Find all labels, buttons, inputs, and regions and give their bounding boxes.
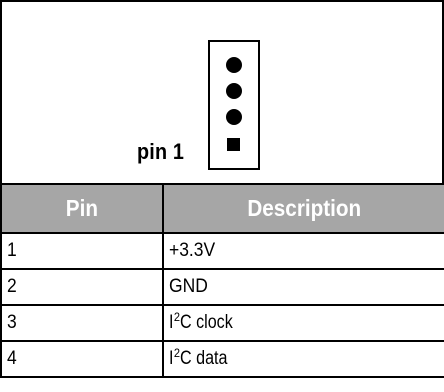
description-cell: GND <box>162 268 444 306</box>
pinout-figure: pin 1 Pin Description 1 +3.3V 2 GND 3 I2… <box>0 0 444 392</box>
round-pin-icon <box>226 83 242 99</box>
pin-number-cell: 1 <box>0 232 164 270</box>
pin-number-cell: 2 <box>0 268 164 306</box>
description-cell: I2C data <box>162 340 444 378</box>
pin-number-cell: 3 <box>0 304 164 342</box>
description-cell: I2C clock <box>162 304 444 342</box>
connector-diagram: pin 1 <box>0 0 444 183</box>
table-row: 3 I2C clock <box>0 304 444 342</box>
pin-description-table: Pin Description 1 +3.3V 2 GND 3 I2C cloc… <box>0 183 444 378</box>
description-column-header: Description <box>162 183 444 234</box>
connector-header-icon <box>208 40 260 170</box>
pin-column-header: Pin <box>0 183 164 234</box>
pin-number-cell: 4 <box>0 340 164 378</box>
pin-1-label: pin 1 <box>137 139 185 164</box>
description-cell: +3.3V <box>162 232 444 270</box>
round-pin-icon <box>226 109 242 125</box>
table-row: 1 +3.3V <box>0 232 444 270</box>
round-pin-icon <box>226 57 242 73</box>
table-row: 4 I2C data <box>0 340 444 378</box>
square-pin-icon <box>227 138 240 151</box>
table-row: 2 GND <box>0 268 444 306</box>
table-header-row: Pin Description <box>0 183 444 234</box>
